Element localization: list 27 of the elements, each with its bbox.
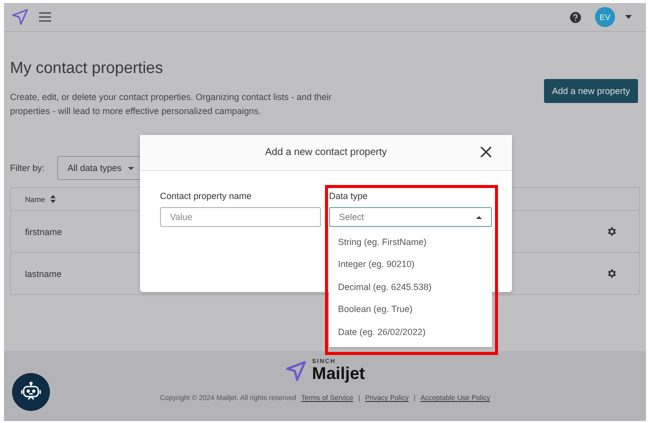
paper-plane-logo-icon[interactable] — [11, 8, 29, 26]
field-label: Contact property name — [160, 191, 253, 201]
sort-icon[interactable] — [50, 195, 56, 203]
property-name-cell: firstname — [25, 226, 62, 236]
close-icon[interactable] — [480, 146, 492, 158]
page-title: My contact properties — [10, 60, 164, 78]
page-description: Create, edit, or delete your contact properties. Organizing contact lists - and their properties - will lead to more effective personalized campaigns. — [10, 91, 333, 118]
caret-down-icon[interactable] — [625, 15, 632, 19]
filter-label: Filter by: — [10, 163, 45, 173]
help-icon[interactable] — [570, 12, 581, 22]
add-property-button[interactable]: Add a new property — [544, 79, 638, 103]
paper-plane-logo-icon — [285, 360, 308, 382]
property-name-input[interactable]: Value — [160, 207, 321, 227]
brand-name: Mailjet — [312, 365, 365, 382]
dropdown-option[interactable]: Date (eg. 26/02/2022) — [329, 320, 492, 343]
dialog-title: Add a new contact property — [265, 147, 387, 158]
dropdown-option[interactable]: String (eg. FirstName) — [329, 231, 492, 254]
menu-icon[interactable] — [39, 12, 51, 22]
field-label: Data type — [329, 191, 369, 201]
dropdown-option[interactable]: Boolean (eg. True) — [329, 298, 492, 321]
property-name-cell: lastname — [25, 268, 62, 278]
settings-icon[interactable] — [606, 268, 617, 279]
dropdown-option[interactable]: Integer (eg. 90210) — [329, 253, 492, 276]
data-type-select[interactable]: Select — [329, 207, 492, 227]
settings-icon[interactable] — [606, 226, 617, 237]
dropdown-option[interactable]: Decimal (eg. 6245.538) — [329, 276, 492, 298]
robot-icon — [20, 381, 42, 403]
